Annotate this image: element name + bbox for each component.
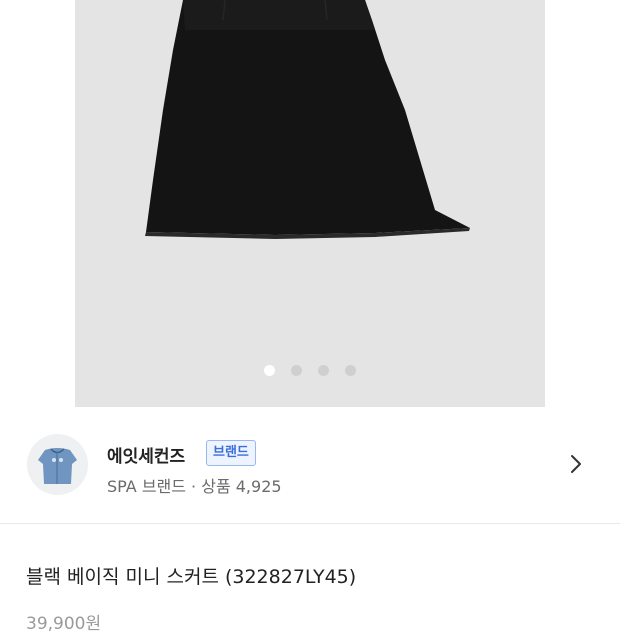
product-price: 39,900원 bbox=[26, 614, 102, 634]
store-name[interactable]: 에잇세컨즈 bbox=[107, 442, 185, 467]
section-divider bbox=[0, 523, 620, 524]
product-title: 블랙 베이직 미니 스커트 (322827LY45) bbox=[26, 566, 357, 588]
store-thumbnail[interactable] bbox=[27, 434, 88, 495]
carousel-dot-4[interactable] bbox=[345, 365, 356, 376]
product-image-gallery[interactable] bbox=[75, 0, 545, 407]
chevron-right-icon[interactable] bbox=[566, 452, 586, 476]
brand-badge: 브랜드 bbox=[206, 440, 256, 466]
carousel-dot-2[interactable] bbox=[291, 365, 302, 376]
carousel-dot-3[interactable] bbox=[318, 365, 329, 376]
product-image bbox=[145, 0, 470, 239]
carousel-dot-1[interactable] bbox=[264, 365, 275, 376]
carousel-dots[interactable] bbox=[75, 365, 545, 377]
store-info-row[interactable]: 에잇세컨즈 브랜드 SPA 브랜드 · 상품 4,925 bbox=[0, 425, 620, 509]
store-subtitle: SPA 브랜드 · 상품 4,925 bbox=[107, 477, 282, 496]
